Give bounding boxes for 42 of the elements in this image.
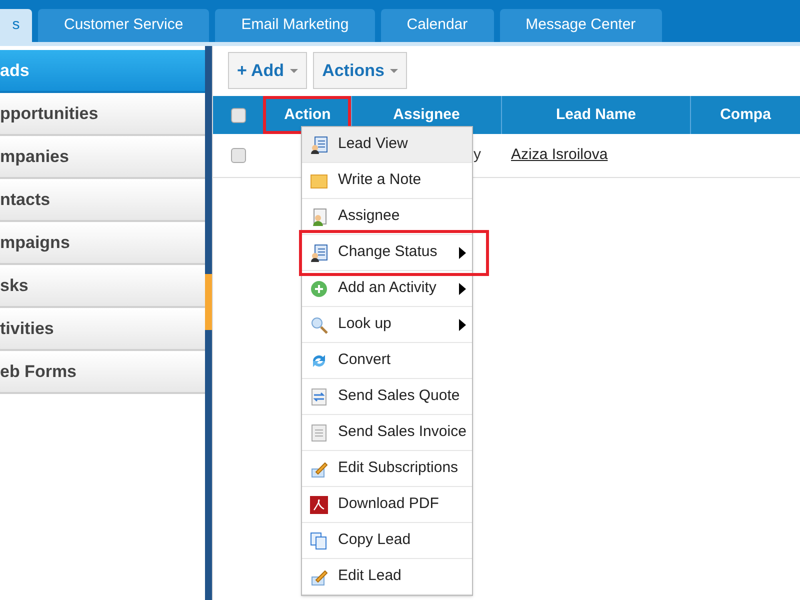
column-header[interactable]: Compa	[690, 96, 800, 134]
menu-item[interactable]: Edit Lead	[302, 559, 472, 595]
pencil-icon	[310, 568, 328, 586]
pdf-icon	[310, 496, 328, 514]
submenu-arrow-icon	[459, 246, 466, 258]
menu-item[interactable]: Copy Lead	[302, 523, 472, 559]
menu-item[interactable]: Write a Note	[302, 163, 472, 199]
table-cell-text: y	[474, 145, 481, 166]
lead-link[interactable]: Aziza Isroilova	[511, 146, 608, 164]
menu-item[interactable]: Convert	[302, 343, 472, 379]
checkbox[interactable]	[230, 108, 246, 122]
toolbar-button[interactable]: + Add	[228, 52, 308, 89]
toolbar-button[interactable]: Actions	[313, 52, 408, 89]
plus-icon	[310, 280, 328, 298]
menu-item[interactable]: Edit Subscriptions	[302, 451, 472, 487]
menu-item[interactable]: Send Sales Invoice	[302, 415, 472, 451]
person-icon	[310, 208, 328, 226]
person-document-icon	[310, 136, 328, 154]
splitter-bar[interactable]	[205, 46, 212, 600]
pencil-icon	[310, 460, 328, 478]
menu-item[interactable]: Add an Activity	[302, 271, 472, 307]
caret-icon	[290, 68, 298, 72]
document-arrows-icon	[310, 388, 328, 406]
submenu-arrow-icon	[459, 318, 466, 330]
note-icon	[310, 172, 328, 190]
submenu-arrow-icon	[459, 282, 466, 294]
person-document-icon	[310, 244, 328, 262]
copy-icon	[310, 532, 328, 550]
tab[interactable]: s	[0, 9, 32, 42]
menu-item[interactable]: Assignee	[302, 199, 472, 235]
caret-icon	[390, 68, 398, 72]
menu-item[interactable]: Look up	[302, 307, 472, 343]
menu-item[interactable]: Download PDF	[302, 487, 472, 523]
column-header[interactable]: Lead Name	[501, 96, 690, 134]
menu-item[interactable]: Send Sales Quote	[302, 379, 472, 415]
magnifier-icon	[310, 316, 328, 334]
document-icon	[310, 424, 328, 442]
collapse-handle[interactable]	[205, 274, 212, 330]
column-header[interactable]: Action	[263, 96, 351, 134]
menu-item[interactable]: Change Status	[302, 235, 472, 271]
checkbox[interactable]	[230, 148, 246, 163]
menu-item[interactable]: Lead View	[302, 127, 472, 163]
